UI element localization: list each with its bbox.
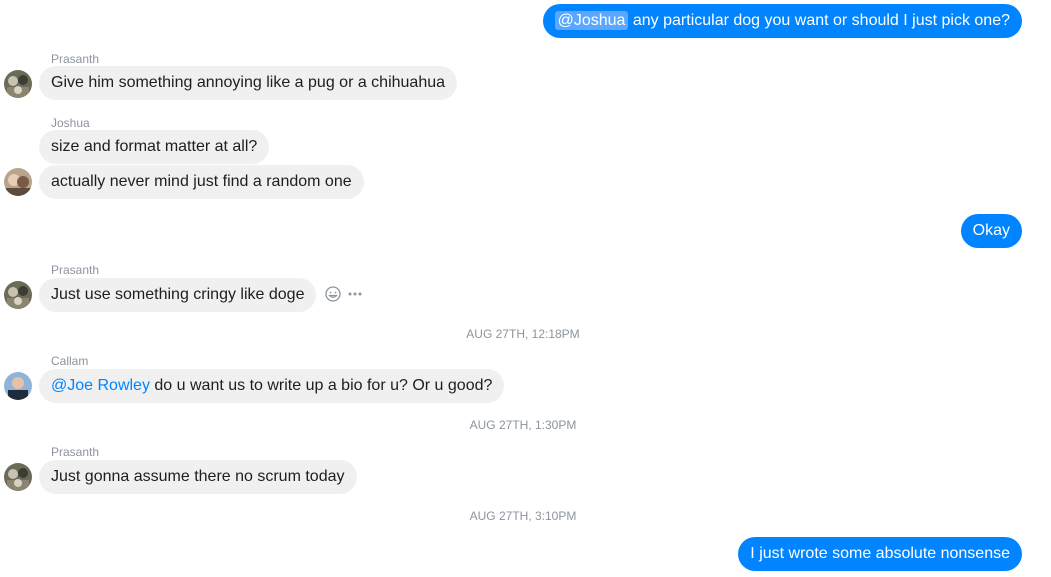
incoming-message[interactable]: Give him something annoying like a pug o…	[39, 66, 458, 100]
sender-name: Callam	[51, 354, 89, 368]
avatar-prasanth[interactable]	[4, 463, 32, 491]
incoming-message[interactable]: actually never mind just find a random o…	[39, 165, 364, 199]
message-text: do u want us to write up a bio for u? Or…	[149, 377, 493, 394]
avatar-prasanth[interactable]	[4, 281, 32, 309]
message-text: any particular dog you want or should I …	[628, 12, 1010, 29]
outgoing-message[interactable]: Okay	[960, 214, 1022, 248]
timestamp: AUG 27TH, 1:30PM	[469, 418, 577, 432]
avatar-prasanth[interactable]	[4, 70, 32, 98]
timestamp: AUG 27TH, 12:18PM	[466, 327, 580, 341]
timestamp: AUG 27TH, 3:10PM	[469, 509, 577, 523]
incoming-message[interactable]: @Joe Rowley do u want us to write up a b…	[39, 369, 505, 403]
outgoing-message[interactable]: I just wrote some absolute nonsense	[738, 537, 1022, 571]
sender-name: Joshua	[51, 116, 90, 130]
mention-joshua[interactable]: @Joshua	[554, 11, 629, 30]
mention-joe-rowley[interactable]: @Joe Rowley	[51, 377, 150, 394]
smiley-reaction-icon[interactable]	[325, 286, 341, 307]
sender-name: Prasanth	[51, 263, 100, 277]
incoming-message[interactable]: size and format matter at all?	[39, 130, 270, 164]
incoming-message[interactable]: Just use something cringy like doge	[39, 278, 317, 312]
message-actions	[325, 286, 363, 307]
sender-name: Prasanth	[51, 52, 100, 66]
avatar-callam[interactable]	[4, 372, 32, 400]
avatar-joshua[interactable]	[4, 168, 32, 196]
outgoing-message[interactable]: @Joshua any particular dog you want or s…	[542, 4, 1022, 38]
sender-name: Prasanth	[51, 445, 100, 459]
more-options-icon[interactable]	[347, 286, 363, 307]
incoming-message[interactable]: Just gonna assume there no scrum today	[39, 460, 357, 494]
